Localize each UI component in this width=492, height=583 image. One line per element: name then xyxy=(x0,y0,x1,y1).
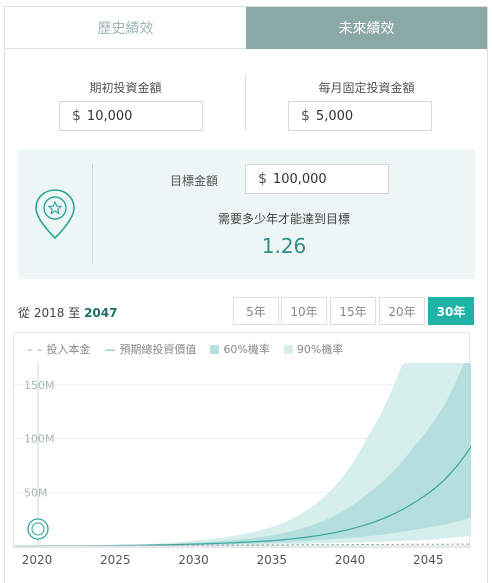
monthly-investment-label: 每月固定投資金額 xyxy=(318,81,415,95)
initial-investment-value: 10,000 xyxy=(86,108,133,124)
legend-expected: — 預期總投資價值 xyxy=(104,341,196,357)
x-tick-label-2030: 2030 xyxy=(178,553,209,567)
monthly-investment-value: 5,000 xyxy=(315,108,354,124)
target-marker-icon xyxy=(27,518,49,540)
x-tick-label-2045: 2045 xyxy=(412,553,444,567)
legend-principal: - - 投入本金 xyxy=(28,341,90,357)
monthly-investment-field[interactable]: $ 5,000 xyxy=(288,101,432,131)
year-button-10[interactable]: 10年 xyxy=(281,297,327,325)
x-tick-label-2035: 2035 xyxy=(256,553,288,567)
swatch-60-icon xyxy=(210,344,220,354)
investment-inputs: 期初投資金額 $ 10,000 每月固定投資金額 $ 5,000 xyxy=(5,49,487,147)
range-prefix: 從 xyxy=(18,306,31,320)
target-pin-star-icon xyxy=(35,189,75,240)
projection-chart: 50M 100M 150M - - 投入本金 — 預期總投資價值 60%機率 90%… xyxy=(13,332,471,548)
tab-future[interactable]: 未來績效 xyxy=(246,7,487,49)
goal-amount-label: 目標金額 xyxy=(170,174,219,188)
range-mid: 至 xyxy=(68,306,81,320)
chart-legend: - - 投入本金 — 預期總投資價值 60%機率 90%機率 xyxy=(28,341,343,357)
x-tick-label-2040: 2040 xyxy=(334,553,366,567)
goal-section: 目標金額 $ 100,000 需要多少年才能達到目標 1.26 xyxy=(18,150,475,279)
tab-history[interactable]: 歷史績效 xyxy=(5,7,246,49)
projection-chart-svg: 50M 100M 150M xyxy=(14,363,471,547)
y-tick-label-50M: 50M xyxy=(24,486,48,499)
year-button-15[interactable]: 15年 xyxy=(330,297,376,325)
year-button-20[interactable]: 20年 xyxy=(379,297,425,325)
year-button-30[interactable]: 30年 xyxy=(428,297,474,325)
goal-amount-field[interactable]: $ 100,000 xyxy=(245,164,389,194)
legend-60-label: 60%機率 xyxy=(223,343,270,356)
x-tick-label-2020: 2020 xyxy=(21,553,53,567)
range-start-year: 2018 xyxy=(33,306,65,320)
year-range-text: 從 2018 至 2047 xyxy=(18,304,117,321)
swatch-90-icon xyxy=(283,344,293,354)
x-axis-labels: 2020 2025 2030 2035 2040 2045 xyxy=(13,550,483,570)
year-button-5[interactable]: 5年 xyxy=(233,297,279,325)
legend-expected-label: 預期總投資價值 xyxy=(119,343,197,356)
solid-line-icon: — xyxy=(104,342,116,356)
range-end-year: 2047 xyxy=(84,306,118,320)
y-tick-label-150M: 150M xyxy=(24,379,55,392)
performance-tabs: 歷史績效 未來績效 xyxy=(5,7,487,49)
x-tick-label-2025: 2025 xyxy=(99,553,131,567)
legend-principal-label: 投入本金 xyxy=(46,343,91,356)
initial-investment-label: 期初投資金額 xyxy=(89,81,162,95)
monthly-investment-group: 每月固定投資金額 $ 5,000 xyxy=(246,49,487,147)
currency-symbol: $ xyxy=(258,171,267,187)
legend-90: 90%機率 xyxy=(283,341,344,357)
legend-60: 60%機率 xyxy=(210,341,270,357)
dashed-line-icon: - - xyxy=(28,342,43,356)
initial-investment-field[interactable]: $ 10,000 xyxy=(59,101,203,131)
currency-symbol: $ xyxy=(301,108,310,124)
goal-amount-value: 100,000 xyxy=(272,171,327,187)
years-needed-answer: 1.26 xyxy=(261,234,307,258)
years-needed-question: 需要多少年才能達到目標 xyxy=(217,212,350,226)
y-tick-label-100M: 100M xyxy=(24,433,55,446)
initial-investment-group: 期初投資金額 $ 10,000 xyxy=(5,49,246,147)
currency-symbol: $ xyxy=(72,108,81,124)
legend-90-label: 90%機率 xyxy=(296,343,344,356)
year-range-row: 從 2018 至 2047 5年 10年 15年 20年 30年 xyxy=(18,297,475,327)
